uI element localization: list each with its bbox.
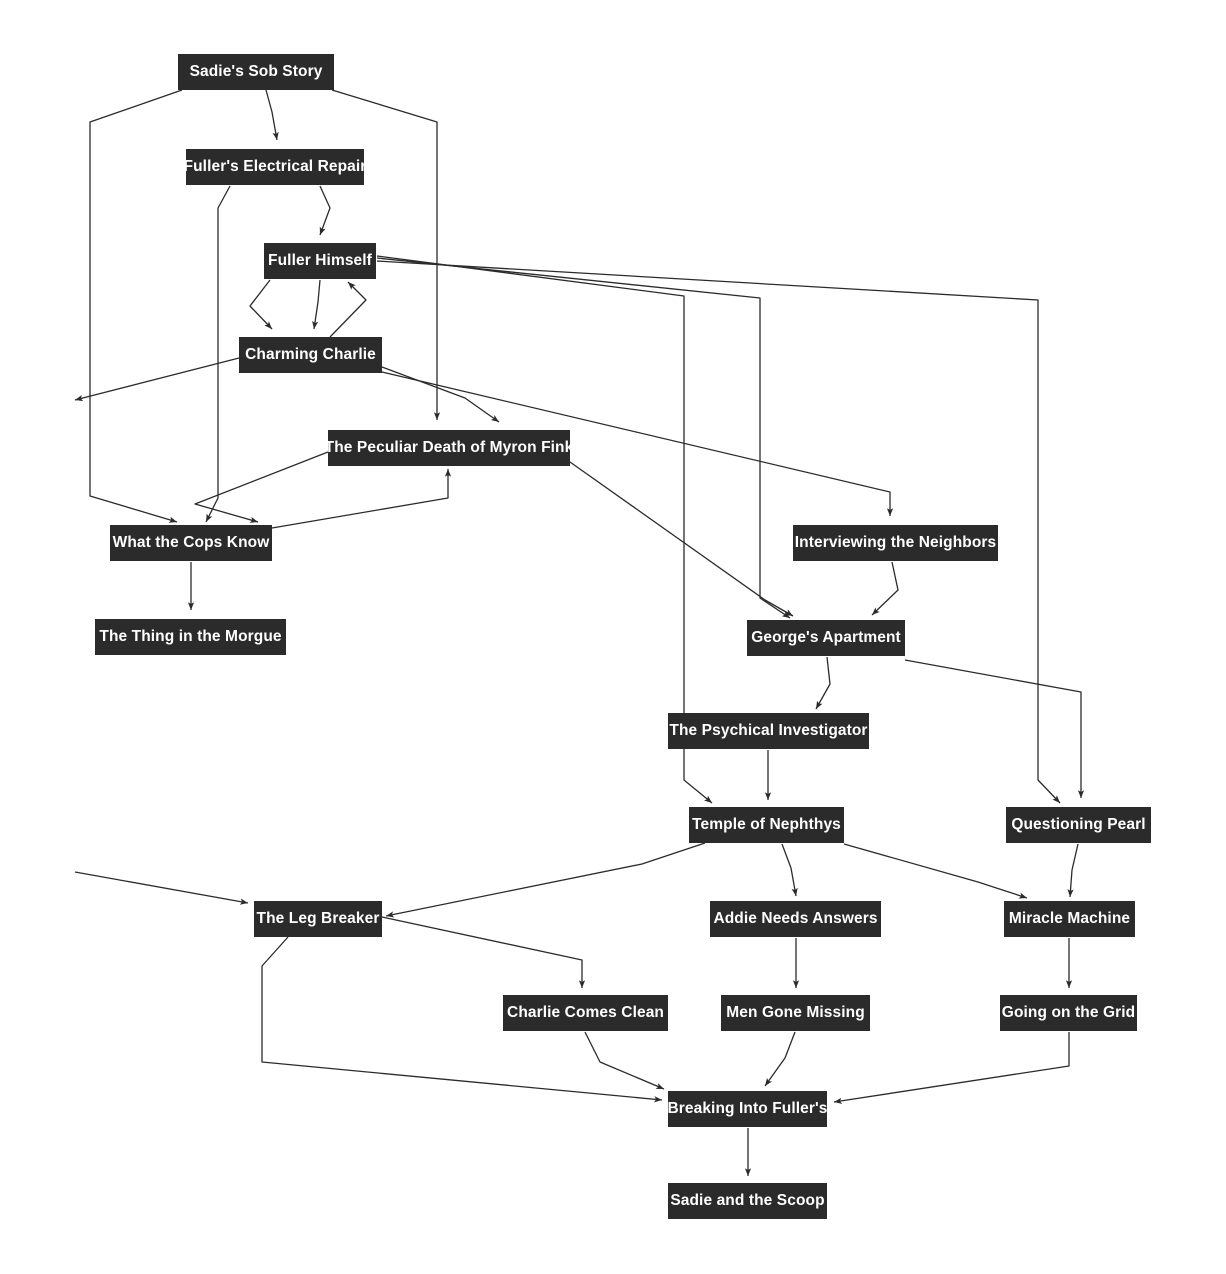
node-label: George's Apartment bbox=[751, 629, 901, 647]
edge-charming-charlie--to--the-leg-breaker bbox=[74, 357, 240, 402]
node-label: Charlie Comes Clean bbox=[507, 1004, 664, 1022]
node-fuller-himself[interactable]: Fuller Himself bbox=[264, 243, 376, 279]
edge-temple-of-nephthys--to--the-leg-breaker bbox=[385, 842, 706, 918]
edge-temple-of-nephthys--to--miracle-machine bbox=[843, 843, 1028, 899]
node-interviewing-the-neighbors[interactable]: Interviewing the Neighbors bbox=[793, 525, 998, 561]
node-georges-apartment[interactable]: George's Apartment bbox=[747, 620, 905, 656]
edge-sadies-sob-story--to--fullers-electrical-repair bbox=[265, 89, 279, 141]
node-label: What the Cops Know bbox=[112, 534, 270, 552]
node-going-on-the-grid[interactable]: Going on the Grid bbox=[1000, 995, 1137, 1031]
node-addie-needs-answers[interactable]: Addie Needs Answers bbox=[710, 901, 881, 937]
node-label: Charming Charlie bbox=[245, 346, 376, 364]
node-label: Going on the Grid bbox=[1001, 1004, 1136, 1022]
edge-charlie-comes-clean--to--breaking-into-fullers bbox=[584, 1031, 665, 1090]
edge-men-gone-missing--to--breaking-into-fullers bbox=[764, 1031, 796, 1087]
edge-charming-charlie-offscreen--to--the-leg-breaker bbox=[74, 871, 249, 905]
edge-temple-of-nephthys--to--addie-needs-answers bbox=[781, 843, 798, 897]
node-label: Fuller's Electrical Repair bbox=[183, 158, 367, 176]
edge-the-leg-breaker--to--charlie-comes-clean bbox=[381, 916, 586, 988]
node-what-the-cops-know[interactable]: What the Cops Know bbox=[110, 525, 272, 561]
edge-what-the-cops-know--to--the-peculiar-death-of-myron-fink bbox=[271, 469, 452, 529]
node-label: Temple of Nephthys bbox=[692, 816, 841, 834]
edge-georges-apartment--to--questioning-pearl bbox=[904, 659, 1085, 798]
edge-charming-charlie--to--the-peculiar-death-of-myron-fink bbox=[381, 366, 500, 423]
node-label: The Peculiar Death of Myron Fink bbox=[324, 439, 574, 457]
node-the-leg-breaker[interactable]: The Leg Breaker bbox=[254, 901, 382, 937]
edge-interviewing-the-neighbors--to--georges-apartment bbox=[871, 561, 899, 616]
node-miracle-machine[interactable]: Miracle Machine bbox=[1004, 901, 1135, 937]
edge-sadies-sob-story--to--what-the-cops-know bbox=[89, 89, 183, 523]
node-men-gone-missing[interactable]: Men Gone Missing bbox=[721, 995, 870, 1031]
edge-fuller-himself--to--temple-of-nephthys bbox=[376, 255, 713, 804]
edge-fuller-himself--to--charming-charlie bbox=[249, 279, 273, 330]
edge-fuller-himself--to--charming-charlie bbox=[312, 279, 321, 330]
node-sadies-sob-story[interactable]: Sadie's Sob Story bbox=[178, 54, 334, 90]
edge-the-peculiar-death-of-myron-fink--to--what-the-cops-know bbox=[194, 451, 329, 523]
node-breaking-into-fullers[interactable]: Breaking Into Fuller's bbox=[667, 1091, 828, 1127]
node-label: The Leg Breaker bbox=[256, 910, 380, 928]
node-questioning-pearl[interactable]: Questioning Pearl bbox=[1006, 807, 1151, 843]
node-sadie-and-the-scoop[interactable]: Sadie and the Scoop bbox=[668, 1183, 827, 1219]
node-the-thing-in-the-morgue[interactable]: The Thing in the Morgue bbox=[95, 619, 286, 655]
node-label: Men Gone Missing bbox=[726, 1004, 865, 1022]
node-label: Sadie and the Scoop bbox=[670, 1192, 825, 1210]
edge-charming-charlie--to--fuller-himself bbox=[329, 281, 367, 338]
node-label: Sadie's Sob Story bbox=[189, 63, 323, 81]
node-label: Breaking Into Fuller's bbox=[667, 1100, 828, 1118]
node-fullers-electrical-repair[interactable]: Fuller's Electrical Repair bbox=[183, 149, 367, 185]
node-label: Fuller Himself bbox=[268, 252, 372, 270]
node-label: Interviewing the Neighbors bbox=[794, 534, 997, 552]
node-label: The Psychical Investigator bbox=[669, 722, 868, 740]
edge-georges-apartment--to--the-psychical-investigator bbox=[815, 656, 831, 710]
node-the-peculiar-death-of-myron-fink[interactable]: The Peculiar Death of Myron Fink bbox=[325, 430, 573, 466]
node-label: Questioning Pearl bbox=[1011, 816, 1146, 834]
node-label: Miracle Machine bbox=[1008, 910, 1131, 928]
edge-going-on-the-grid--to--breaking-into-fullers bbox=[833, 1032, 1070, 1104]
edge-fullers-electrical-repair--to--fuller-himself bbox=[319, 185, 331, 236]
node-temple-of-nephthys[interactable]: Temple of Nephthys bbox=[689, 807, 844, 843]
edge-fullers-electrical-repair--to--what-the-cops-know bbox=[205, 185, 231, 523]
diagram-canvas: Sadie's Sob Story Fuller's Electrical Rep… bbox=[0, 0, 1226, 1274]
node-charlie-comes-clean[interactable]: Charlie Comes Clean bbox=[503, 995, 668, 1031]
node-the-psychical-investigator[interactable]: The Psychical Investigator bbox=[668, 713, 869, 749]
node-charming-charlie[interactable]: Charming Charlie bbox=[239, 337, 382, 373]
node-label: The Thing in the Morgue bbox=[99, 628, 282, 646]
edge-questioning-pearl--to--miracle-machine bbox=[1067, 843, 1079, 898]
node-label: Addie Needs Answers bbox=[713, 910, 878, 928]
